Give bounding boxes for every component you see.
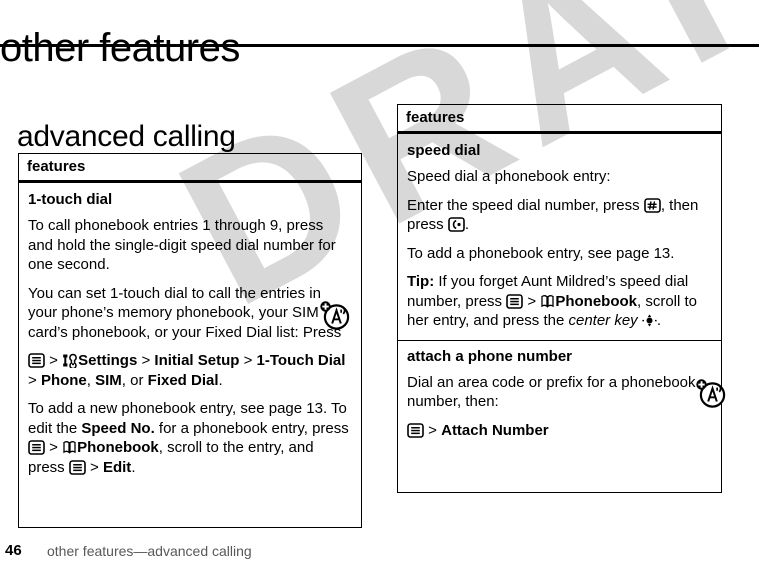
speed-no-label: Speed No. bbox=[81, 419, 155, 437]
comma-4: , bbox=[660, 196, 665, 214]
menu-key-icon bbox=[506, 293, 524, 309]
table-header-right: features bbox=[398, 105, 721, 134]
menu-path-settings: > Settings > Initial Setup > 1-Touch Dia… bbox=[28, 351, 352, 390]
menu-key-icon bbox=[69, 459, 86, 475]
features-table-right: features speed dial Speed dial a phonebo… bbox=[397, 104, 722, 493]
menu-path-separator-3: > bbox=[243, 352, 253, 369]
row-title-speed-dial: speed dial bbox=[407, 142, 481, 159]
comma-2: , bbox=[121, 371, 126, 389]
phonebook-icon bbox=[540, 294, 555, 309]
center-key-icon bbox=[642, 313, 657, 327]
table-row-divider bbox=[398, 339, 721, 341]
comma-1: , bbox=[86, 371, 91, 389]
page-root: other features advanced calling features… bbox=[0, 0, 759, 568]
features-table-left: features 1-touch dial To call phonebook … bbox=[18, 153, 362, 528]
menu-key-icon bbox=[28, 440, 45, 455]
network-tip-icon bbox=[318, 298, 352, 332]
footer-breadcrumb: other features—advanced calling bbox=[47, 543, 252, 559]
section-title: advanced calling bbox=[17, 119, 236, 153]
attach-separator: > bbox=[428, 421, 437, 439]
page-footer: 46 other features—advanced calling bbox=[0, 542, 759, 566]
paragraph-speed-dial-intro: Speed dial a phonebook entry: bbox=[407, 168, 611, 185]
settings-icon bbox=[62, 353, 78, 370]
page-number: 46 bbox=[5, 542, 22, 559]
menu-key-icon bbox=[28, 353, 45, 368]
tip-phonebook-label: Phonebook bbox=[555, 292, 637, 310]
attach-number-label: Attach Number bbox=[441, 421, 549, 439]
edit-path-text: for a phonebook entry, press bbox=[158, 419, 349, 437]
sim-option-label: SIM bbox=[95, 371, 122, 389]
row-title-attach-phone-number: attach a phone number bbox=[407, 347, 573, 365]
menu-path-separator-5: > bbox=[49, 439, 58, 456]
table-body-right: speed dial Speed dial a phonebook entry:… bbox=[398, 134, 721, 446]
menu-path-separator: > bbox=[49, 352, 58, 369]
menu-path-separator-4: > bbox=[28, 371, 37, 389]
paragraph-add-entry: To add a new phonebook entry, see page 1… bbox=[28, 399, 352, 477]
one-touch-dial-label: 1-Touch Dial bbox=[256, 352, 346, 369]
table-body-left: 1-touch dial To call phonebook entries 1… bbox=[19, 183, 361, 483]
tip-label: Tip: bbox=[407, 273, 435, 290]
paragraph-set-1-touch-dial: You can set 1-touch dial to call the ent… bbox=[28, 284, 352, 343]
period-2: . bbox=[131, 458, 136, 476]
paragraph-enter-speed-dial: Enter the speed dial number, press , the… bbox=[407, 196, 712, 235]
paragraph-attach-intro: Dial an area code or prefix for a phoneb… bbox=[407, 373, 696, 411]
paragraph-tip: Tip: If you forget Aunt Mildred’s speed … bbox=[407, 272, 712, 331]
enter-speed-dial-text: Enter the speed dial number, press bbox=[407, 196, 640, 214]
paragraph-add-phonebook-entry: To add a phonebook entry, see page 13. bbox=[407, 244, 675, 262]
phone-option-label: Phone bbox=[40, 371, 87, 389]
fixed-dial-option-label: Fixed Dial bbox=[147, 371, 219, 389]
row-title-1-touch-dial: 1-touch dial bbox=[28, 191, 113, 208]
menu-path-attach-number: > Attach Number bbox=[407, 421, 712, 441]
center-key-label: center key bbox=[568, 312, 638, 329]
send-key-icon bbox=[448, 217, 465, 232]
settings-label: Settings bbox=[78, 352, 138, 369]
table-header-left: features bbox=[19, 154, 361, 183]
phonebook-icon bbox=[62, 440, 77, 455]
pound-key-icon bbox=[644, 197, 661, 213]
menu-key-icon bbox=[407, 422, 424, 438]
comma-3: , bbox=[158, 439, 163, 456]
phonebook-label: Phonebook bbox=[77, 439, 159, 456]
network-tip-icon bbox=[694, 376, 728, 410]
menu-path-separator-6: > bbox=[90, 458, 99, 476]
paragraph-text: You can set 1-touch dial to call the ent… bbox=[28, 284, 342, 341]
title-divider bbox=[0, 44, 759, 47]
edit-label: Edit bbox=[102, 458, 132, 476]
or-word: or bbox=[130, 371, 144, 389]
menu-path-separator-2: > bbox=[141, 352, 151, 369]
tip-separator: > bbox=[527, 292, 537, 310]
period-3: . bbox=[464, 216, 470, 233]
period-1: . bbox=[218, 371, 223, 389]
page-title: other features bbox=[0, 25, 240, 70]
paragraph-call-entries: To call phonebook entries 1 through 9, p… bbox=[28, 217, 336, 273]
initial-setup-label: Initial Setup bbox=[154, 352, 240, 369]
period-4: . bbox=[656, 312, 662, 329]
